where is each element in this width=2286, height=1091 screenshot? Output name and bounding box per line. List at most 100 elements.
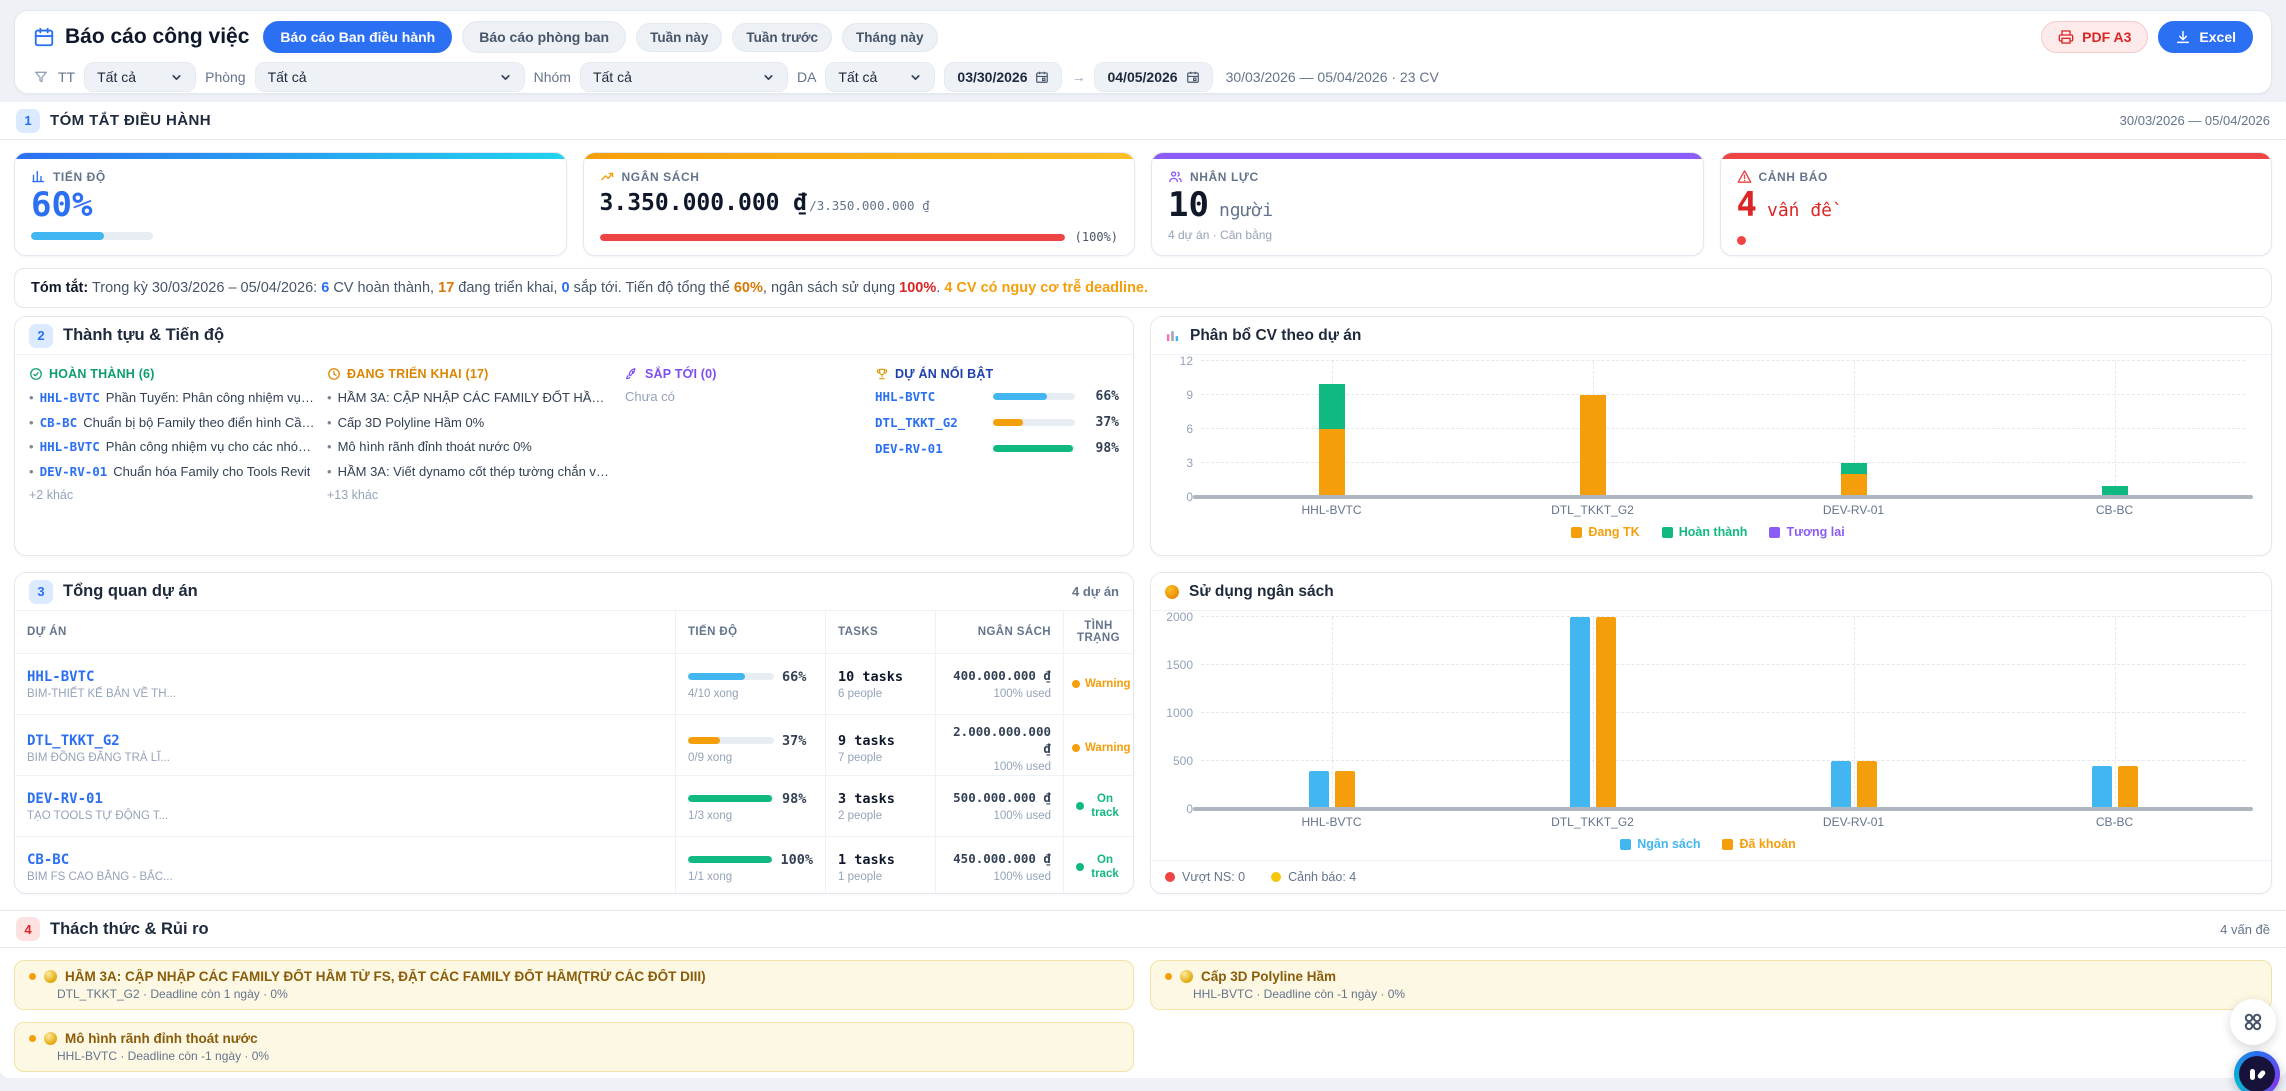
y-tick-label: 6	[1165, 422, 1193, 436]
kpi-card-canh-bao: CẢNH BÁO 4 vấn đề	[1720, 152, 2273, 256]
cv-chart-title: Phân bổ CV theo dự án	[1190, 327, 1361, 345]
kpi-canh-bao-label: CẢNH BÁO	[1759, 170, 1828, 184]
category-gridline	[1593, 617, 1594, 809]
bar	[1596, 617, 1616, 809]
bar-segment	[1319, 384, 1345, 429]
bar	[1831, 761, 1851, 809]
kpi-ngan-sach-pct: (100%)	[1075, 230, 1118, 244]
executive-summary: Tóm tắt: Trong kỳ 30/03/2026 – 05/04/202…	[14, 268, 2272, 308]
y-tick-label: 1500	[1165, 658, 1193, 672]
filter-tt-label: TT	[58, 69, 75, 85]
legend-item: Hoàn thành	[1662, 525, 1748, 539]
main-sheet: 1 TÓM TẮT ĐIỀU HÀNH 30/03/2026 — 05/04/2…	[0, 102, 2286, 1078]
project-table-row[interactable]: DEV-RV-01TẠO TOOLS TỰ ĐỘNG T...98%1/3 xo…	[15, 776, 1133, 837]
assistant-avatar-button[interactable]	[2234, 1051, 2280, 1091]
section4-title: Thách thức & Rủi ro	[50, 920, 209, 939]
project-table-row[interactable]: HHL-BVTCBIM-THIẾT KẾ BẢN VẼ TH...66%4/10…	[15, 654, 1133, 715]
done-list-item: •HHL-BVTCPhân công nhiệm vụ cho các nhóm…	[29, 438, 317, 456]
mini-bar-chart-icon	[1165, 328, 1180, 343]
x-category-label: DTL_TKKT_G2	[1551, 815, 1634, 829]
kpi-canh-bao-unit: vấn đề	[1767, 200, 1832, 221]
project-overview-panel: 3 Tổng quan dự án 4 dự án DỰ ÁN TIẾN ĐỘ …	[14, 572, 1134, 894]
budget-chart-panel: Sử dụng ngân sách 0500100015002000 HHL-B…	[1150, 572, 2272, 894]
achievements-panel: 2 Thành tựu & Tiến độ HOÀN THÀNH (6) •HH…	[14, 316, 1134, 556]
section2-number-badge: 2	[29, 324, 53, 348]
kpi-card-nhan-luc: NHÂN LỰC 10 người 4 dự án · Cân bằng	[1151, 152, 1704, 256]
range-summary: 30/03/2026 — 05/04/2026 · 23 CV	[1226, 69, 1439, 85]
app-launcher-button[interactable]	[2230, 999, 2276, 1045]
cv-distribution-chart-panel: Phân bổ CV theo dự án 036912 HHL-BVTCDTL…	[1150, 316, 2272, 556]
download-icon	[2175, 29, 2191, 45]
doing-more: +13 khác	[327, 488, 615, 502]
rocket-icon	[625, 367, 639, 381]
project-table-row[interactable]: DTL_TKKT_G2BIM ĐỒNG ĐĂNG TRÀ LĨ...37%0/9…	[15, 715, 1133, 776]
warning-sphere-icon	[44, 970, 57, 983]
filter-phong-select[interactable]: Tất cả	[255, 62, 525, 92]
done-column: HOÀN THÀNH (6) •HHL-BVTCPhần Tuyến: Phân…	[29, 367, 317, 502]
tab-bao-cao-ban-dieu-hanh[interactable]: Báo cáo Ban điều hành	[263, 21, 452, 53]
excel-export-button[interactable]: Excel	[2158, 21, 2253, 53]
kpi-ngan-sach-progressbar	[600, 234, 1065, 241]
filter-nhom-label: Nhóm	[534, 69, 571, 85]
risk-card[interactable]: Cấp 3D Polyline HầmHHL-BVTC · Deadline c…	[1150, 960, 2272, 1010]
x-category-label: CB-BC	[2096, 503, 2133, 517]
x-category-label: HHL-BVTC	[1301, 815, 1361, 829]
col-tien-do: TIẾN ĐỘ	[675, 611, 825, 653]
kpi-nhan-luc-sub: 4 dự án · Cân bằng	[1168, 228, 1687, 242]
col-ngan-sach: NGÂN SÁCH	[935, 611, 1063, 653]
filter-tt-select[interactable]: Tất cả	[84, 62, 196, 92]
filter-nhom-select[interactable]: Tất cả	[580, 62, 788, 92]
chart-footer-stat: Cảnh báo: 4	[1271, 870, 1356, 884]
y-tick-label: 0	[1165, 490, 1193, 504]
featured-project-row: DTL_TKKT_G237%	[875, 415, 1119, 430]
kpi-nhan-luc-value: 10	[1168, 187, 1209, 224]
range-arrow: →	[1071, 69, 1085, 85]
section1-title: TÓM TẮT ĐIỀU HÀNH	[50, 112, 211, 129]
done-more: +2 khác	[29, 488, 317, 502]
filter-da-select[interactable]: Tất cả	[825, 62, 935, 92]
quick-range-thang-nay[interactable]: Tháng này	[842, 23, 938, 52]
featured-column: DỰ ÁN NỔI BẬT HHL-BVTC66%DTL_TKKT_G237%D…	[875, 367, 1119, 502]
risk-card[interactable]: HẦM 3A: CẬP NHẬP CÁC FAMILY ĐỐT HẦM TỪ F…	[14, 960, 1134, 1010]
date-from-input[interactable]: 03/30/2026	[944, 62, 1062, 92]
y-tick-label: 0	[1165, 802, 1193, 816]
done-list-item: •CB-BCChuẩn bị bộ Family theo điển hình …	[29, 414, 317, 432]
section3-number-badge: 3	[29, 580, 53, 604]
calendar-icon	[1035, 70, 1049, 84]
date-to-input[interactable]: 04/05/2026	[1094, 62, 1212, 92]
doing-list-item: •Mô hình rãnh đỉnh thoát nước 0%	[327, 438, 615, 456]
kpi-tien-do-label: TIẾN ĐỘ	[53, 170, 106, 184]
doing-list-item: •Cấp 3D Polyline Hầm 0%	[327, 414, 615, 432]
risk-bullet-icon	[29, 1035, 36, 1042]
col-tinh-trang: TÌNH TRẠNG	[1063, 611, 1133, 653]
kpi-nhan-luc-label: NHÂN LỰC	[1190, 170, 1259, 184]
warning-sphere-icon	[1180, 970, 1193, 983]
category-gridline	[1854, 617, 1855, 809]
bar-segment	[1580, 395, 1606, 497]
category-gridline	[1332, 617, 1333, 809]
kpi-card-tien-do: TIẾN ĐỘ 60%	[14, 152, 567, 256]
alert-triangle-icon	[1737, 169, 1752, 184]
calendar-icon	[33, 26, 55, 48]
project-table-row[interactable]: CB-BCBIM FS CAO BẰNG - BẮC...100%1/1 xon…	[15, 837, 1133, 894]
pdf-export-button[interactable]: PDF A3	[2041, 21, 2148, 53]
kpi-nhan-luc-unit: người	[1219, 200, 1273, 221]
trending-up-icon	[600, 169, 615, 184]
y-tick-label: 9	[1165, 388, 1193, 402]
calendar-icon	[1186, 70, 1200, 84]
assistant-avatar	[2239, 1056, 2275, 1091]
chevron-down-icon	[170, 71, 183, 84]
tab-bao-cao-phong-ban[interactable]: Báo cáo phòng ban	[462, 21, 626, 53]
y-tick-label: 2000	[1165, 610, 1193, 624]
users-icon	[1168, 169, 1183, 184]
clock-icon	[327, 367, 341, 381]
x-axis-line	[1193, 807, 2253, 811]
section3-title: Tổng quan dự án	[63, 582, 198, 601]
kpi-ngan-sach-used: 3.350.000.000 ₫	[600, 190, 808, 216]
quick-range-tuan-truoc[interactable]: Tuần trước	[732, 23, 832, 52]
upcoming-column: SẮP TỚI (0) Chưa có	[625, 367, 865, 502]
quick-range-tuan-nay[interactable]: Tuần này	[636, 23, 722, 52]
risk-card[interactable]: Mô hình rãnh đỉnh thoát nướcHHL-BVTC · D…	[14, 1022, 1134, 1072]
filter-da-label: DA	[797, 69, 816, 85]
risk-bullet-icon	[29, 973, 36, 980]
